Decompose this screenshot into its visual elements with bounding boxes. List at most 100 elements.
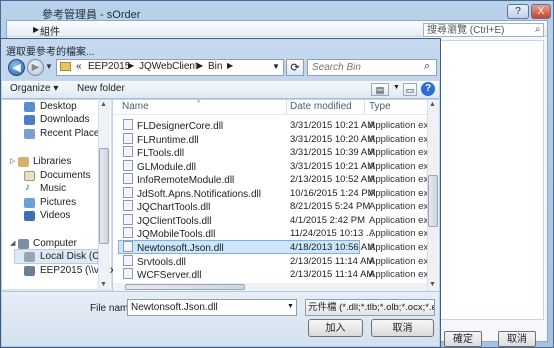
file-type: Application exten [369,188,432,199]
file-type: Application exten [369,256,432,267]
file-date: 8/21/2015 5:24 PM [290,201,371,212]
libraries-icon [18,157,29,167]
column-header-date[interactable]: Date modified [290,101,352,112]
breadcrumb-bin[interactable]: Bin [208,61,222,72]
ok-button[interactable]: 確定 [444,331,482,347]
folder-icon [60,62,71,71]
reference-search-input[interactable]: 搜尋瀏覽 (Ctrl+E) [423,23,544,37]
breadcrumb-eep2015[interactable]: EEP2015 [88,61,130,72]
documents-icon [24,171,35,181]
file-date: 2/13/2015 11:14 AM [290,269,375,280]
breadcrumb-separator-icon[interactable]: ▶ [197,61,203,70]
dll-file-icon [123,214,133,225]
back-arrow-icon[interactable]: ◀ [8,59,25,76]
help-icon[interactable]: ? [421,82,435,96]
sort-indicator-icon: ^ [197,100,201,107]
dialog-title: 選取要參考的檔案... [6,47,95,58]
file-type: Application exten [369,134,432,145]
videos-icon [24,211,35,221]
new-folder-button[interactable]: New folder [77,83,125,94]
nav-scrollbar-thumb[interactable] [99,148,109,244]
dll-file-icon [123,119,133,130]
file-date: 11/24/2015 10:13 ... [290,228,374,239]
file-type: Application exten [369,215,432,226]
file-list-hscrollbar-thumb[interactable] [125,284,245,290]
scroll-up-icon[interactable]: ▲ [429,101,436,108]
add-button[interactable]: 加入 [308,319,363,337]
assemblies-group-label[interactable]: 組件 [40,23,60,38]
nav-item-desktop[interactable]: Desktop [40,101,77,112]
scroll-down-icon[interactable]: ▼ [100,281,107,288]
file-date: 2/13/2015 10:52 AM [290,174,376,185]
file-list-scrollbar-thumb[interactable] [428,175,438,227]
dll-file-icon [123,173,133,184]
column-header-type[interactable]: Type [369,101,391,112]
recent-locations-chevron-icon[interactable]: ▼ [45,62,53,71]
nav-item-videos[interactable]: Videos [40,210,70,221]
dll-file-icon [123,200,133,211]
column-divider[interactable] [286,100,287,114]
file-date: 3/31/2015 10:21 AM [290,120,376,131]
view-dropdown-icon[interactable]: ▼ [393,84,400,91]
file-date: 2/13/2015 11:14 AM [290,256,375,267]
computer-icon [18,239,29,249]
help-button[interactable]: ? [507,4,529,19]
file-date: 10/16/2015 1:24 PM [290,188,376,199]
file-date: 4/1/2015 2:42 PM [290,215,365,226]
breadcrumb-jqwebclient[interactable]: JQWebClient [139,61,198,72]
expand-libraries-icon[interactable]: ▷ [10,157,15,165]
file-type: Application exten [369,269,432,280]
view-options-icon[interactable]: ▤ [371,83,389,96]
nav-item-documents[interactable]: Documents [40,170,91,181]
search-icon[interactable]: ⌕ [424,60,430,73]
file-name-input[interactable]: Newtonsoft.Json.dll [127,299,297,316]
file-type-select[interactable]: 元件檔 (*.dll;*.tlb;*.olb;*.ocx;*.e [305,299,435,316]
downloads-icon [24,115,35,125]
nav-item-libraries[interactable]: Libraries [33,156,71,167]
expand-arrow-icon[interactable]: ▶ [33,25,39,34]
music-icon: ♪ [25,182,30,193]
refresh-icon[interactable]: ⟳ [286,59,304,76]
file-type: Application exten [369,228,432,239]
file-name-dropdown-icon[interactable]: ▼ [287,303,294,310]
nav-item-downloads[interactable]: Downloads [40,114,89,125]
breadcrumb-separator-icon[interactable]: ▶ [128,61,134,70]
dll-file-icon [123,255,133,266]
reference-details-pane [440,40,544,320]
cancel-button[interactable]: 取消 [371,319,434,337]
forward-arrow-icon[interactable]: ▶ [27,59,44,76]
close-button[interactable]: X [531,4,551,19]
address-dropdown-icon[interactable]: ▼ [272,62,280,71]
dll-file-icon [123,160,133,171]
dll-file-icon [123,133,133,144]
dll-file-icon [123,146,133,157]
search-icon[interactable]: ⌕ [535,24,541,35]
file-type: Application exten [369,242,432,253]
nav-item-music[interactable]: Music [40,183,66,194]
expand-computer-icon[interactable]: ◢ [10,239,15,247]
disk-icon [24,252,35,262]
pictures-icon [24,198,35,208]
scroll-up-icon[interactable]: ▲ [100,101,107,108]
file-type: Application exten [369,120,432,131]
nav-item-pictures[interactable]: Pictures [40,197,76,208]
nav-item-computer[interactable]: Computer [33,238,77,249]
column-divider[interactable] [364,100,365,114]
desktop-icon [24,102,35,112]
breadcrumb-overflow[interactable]: « [76,61,82,72]
search-bin-input[interactable]: Search Bin [307,59,437,76]
preview-pane-icon[interactable]: ▭ [403,83,417,96]
dll-file-icon [123,241,133,252]
file-date: 3/31/2015 10:21 AM [290,161,376,172]
file-date: 4/18/2013 10:56 AM [290,242,376,253]
file-type: Application exten [369,174,432,185]
dll-file-icon [123,268,133,279]
column-header-name[interactable]: Name [122,101,149,112]
breadcrumb-separator-icon[interactable]: ▶ [227,61,233,70]
organize-button[interactable]: Organize ▾ [10,83,58,94]
scroll-down-icon[interactable]: ▼ [429,281,436,288]
nav-item-local-disk[interactable]: Local Disk (C:) [40,251,106,262]
back-cancel-button[interactable]: 取消 [498,331,536,347]
dll-file-icon [123,187,133,198]
nav-item-recent-places[interactable]: Recent Places [40,128,104,139]
